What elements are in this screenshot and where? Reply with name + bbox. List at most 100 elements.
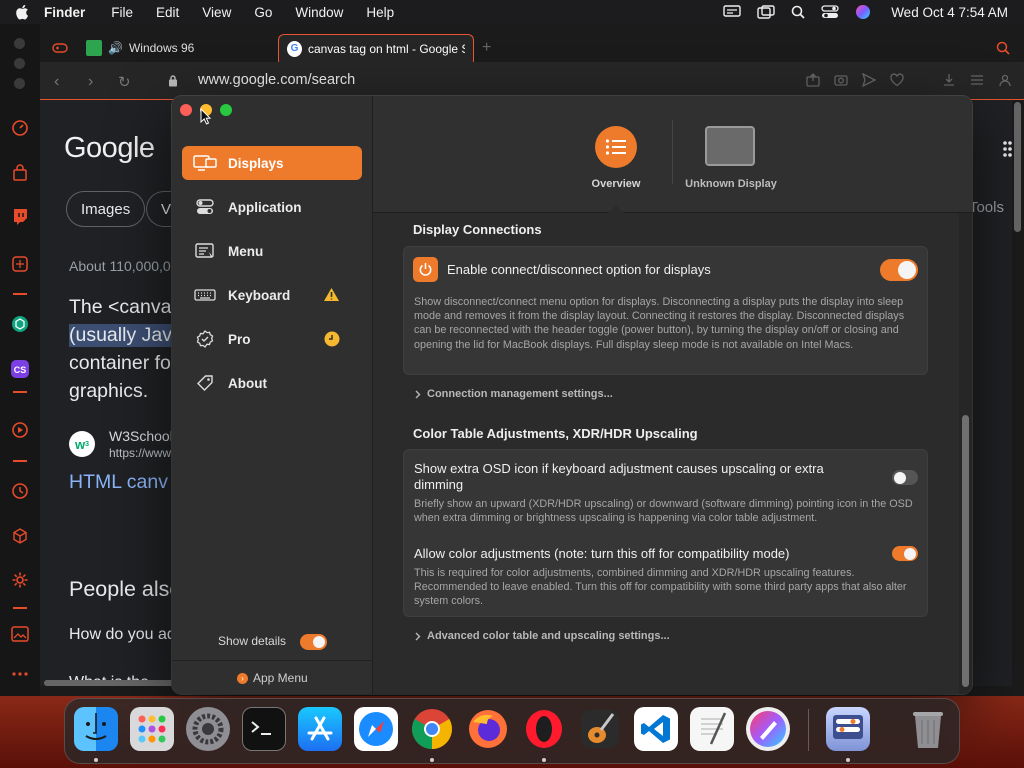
chrome-icon[interactable]: [410, 707, 454, 751]
app-name-menu[interactable]: Finder: [44, 5, 85, 20]
tab-game-icon[interactable]: [52, 34, 68, 62]
result-site-url[interactable]: https://www: [109, 446, 171, 460]
system-settings-icon[interactable]: [186, 707, 230, 751]
chevron-right-icon: [415, 632, 421, 641]
sidebar-item-about[interactable]: About: [182, 366, 362, 400]
osd-icon-option-toggle[interactable]: [892, 470, 918, 485]
pixelmator-icon[interactable]: [746, 707, 790, 751]
tab-search-icon[interactable]: [996, 34, 1010, 62]
sidebar-item-menu[interactable]: Menu: [182, 234, 362, 268]
advanced-color-table-disclosure[interactable]: Advanced color table and upscaling setti…: [415, 630, 670, 642]
unknown-display-tab[interactable]: Unknown Display: [670, 178, 792, 190]
heart-icon[interactable]: [890, 73, 904, 87]
header-divider: [672, 120, 673, 184]
stage-manager-icon[interactable]: [757, 5, 775, 19]
result-title-link[interactable]: HTML canv: [69, 471, 168, 494]
scrollbar-thumb[interactable]: [1014, 102, 1021, 232]
more-icon[interactable]: [10, 664, 30, 684]
forward-icon[interactable]: ›: [88, 73, 93, 91]
download-icon[interactable]: [942, 73, 956, 87]
spotlight-search-icon[interactable]: [791, 5, 805, 19]
menu-go[interactable]: Go: [254, 5, 272, 20]
menu-view[interactable]: View: [202, 5, 231, 20]
safari-icon[interactable]: [354, 707, 398, 751]
overview-tab[interactable]: Overview: [573, 178, 659, 190]
messenger-icon[interactable]: [10, 254, 30, 274]
twitch-icon[interactable]: [10, 207, 30, 227]
share-icon[interactable]: [806, 73, 820, 87]
back-icon[interactable]: ‹: [54, 73, 59, 91]
history-icon[interactable]: [10, 481, 30, 501]
menu-help[interactable]: Help: [366, 5, 394, 20]
cs-extension-icon[interactable]: CS: [10, 359, 30, 379]
spreadsheet-favicon-icon: [86, 40, 102, 56]
profile-icon[interactable]: [998, 73, 1012, 87]
chatgpt-icon[interactable]: [10, 314, 30, 334]
settings-gear-icon[interactable]: [10, 570, 30, 590]
tab-windows-96[interactable]: 🔊 Windows 96: [86, 34, 194, 62]
menu-edit[interactable]: Edit: [156, 5, 179, 20]
shopping-bag-icon[interactable]: [10, 163, 30, 183]
scrollbar-thumb[interactable]: [962, 415, 969, 687]
textedit-icon[interactable]: [690, 707, 734, 751]
easy-setup-icon[interactable]: [970, 73, 984, 87]
control-center-icon[interactable]: [821, 5, 839, 19]
tab-canvas-search[interactable]: G canvas tag on html - Google Se: [278, 34, 474, 62]
apple-menu-icon[interactable]: [0, 4, 44, 20]
menu-clock[interactable]: Wed Oct 4 7:54 AM: [891, 5, 1008, 20]
google-apps-icon[interactable]: [1002, 140, 1012, 158]
camera-icon[interactable]: [834, 73, 848, 87]
unknown-display-icon[interactable]: [705, 126, 755, 166]
player-icon[interactable]: [10, 420, 30, 440]
connection-management-disclosure[interactable]: Connection management settings...: [415, 388, 613, 400]
reload-icon[interactable]: ↻: [118, 73, 131, 91]
extensions-cube-icon[interactable]: [10, 526, 30, 546]
speed-dial-icon[interactable]: [10, 118, 30, 138]
overview-icon[interactable]: [595, 126, 637, 168]
people-also-ask-question[interactable]: How do you ad: [69, 626, 176, 644]
finder-icon[interactable]: [74, 707, 118, 751]
warning-icon: [323, 287, 340, 302]
chip-images[interactable]: Images: [66, 191, 146, 227]
window-zoom-button[interactable]: [14, 78, 25, 89]
new-tab-button[interactable]: +: [482, 34, 491, 62]
settings-scrollbar[interactable]: [959, 213, 972, 694]
horizontal-scrollbar-thumb[interactable]: [44, 680, 184, 686]
dock-divider: [808, 709, 809, 751]
page-scrollbar[interactable]: [1012, 100, 1024, 686]
url-field[interactable]: www.google.com/search: [198, 72, 355, 88]
menu-file[interactable]: File: [111, 5, 133, 20]
menu-window[interactable]: Window: [295, 5, 343, 20]
send-icon[interactable]: [862, 73, 876, 87]
connect-option-toggle[interactable]: [880, 259, 918, 281]
app-menu-button[interactable]: › App Menu: [237, 671, 308, 685]
window-minimize-button[interactable]: [14, 58, 25, 69]
sidebar-item-application[interactable]: Application: [182, 190, 362, 224]
launchpad-icon[interactable]: [130, 707, 174, 751]
zoom-window-button[interactable]: [220, 104, 232, 116]
opera-icon[interactable]: [522, 707, 566, 751]
betterdisplay-icon[interactable]: [826, 707, 870, 751]
result-stats: About 110,000,0: [69, 258, 171, 274]
sidebar-item-displays[interactable]: Displays: [182, 146, 362, 180]
terminal-icon[interactable]: [242, 707, 286, 751]
tools-button[interactable]: Tools: [969, 199, 1004, 216]
color-adjustments-option-toggle[interactable]: [892, 546, 918, 561]
sidebar-item-pro[interactable]: Pro: [182, 322, 362, 356]
vscode-icon[interactable]: [634, 707, 678, 751]
close-window-button[interactable]: [180, 104, 192, 116]
google-logo[interactable]: Google: [64, 132, 155, 165]
window-close-button[interactable]: [14, 38, 25, 49]
app-store-icon[interactable]: [298, 707, 342, 751]
firefox-icon[interactable]: [466, 707, 510, 751]
sidebar-item-keyboard[interactable]: Keyboard: [182, 278, 362, 312]
sidebar-item-label: Pro: [228, 331, 251, 347]
display-menu-icon[interactable]: [723, 5, 741, 19]
gallery-icon[interactable]: [10, 624, 30, 644]
result-site-name[interactable]: W3School: [109, 428, 173, 444]
garageband-icon[interactable]: [578, 707, 622, 751]
mouse-cursor-icon: [200, 108, 212, 125]
trash-icon[interactable]: [906, 707, 950, 751]
show-details-toggle[interactable]: [300, 634, 327, 650]
siri-icon[interactable]: [855, 4, 871, 20]
